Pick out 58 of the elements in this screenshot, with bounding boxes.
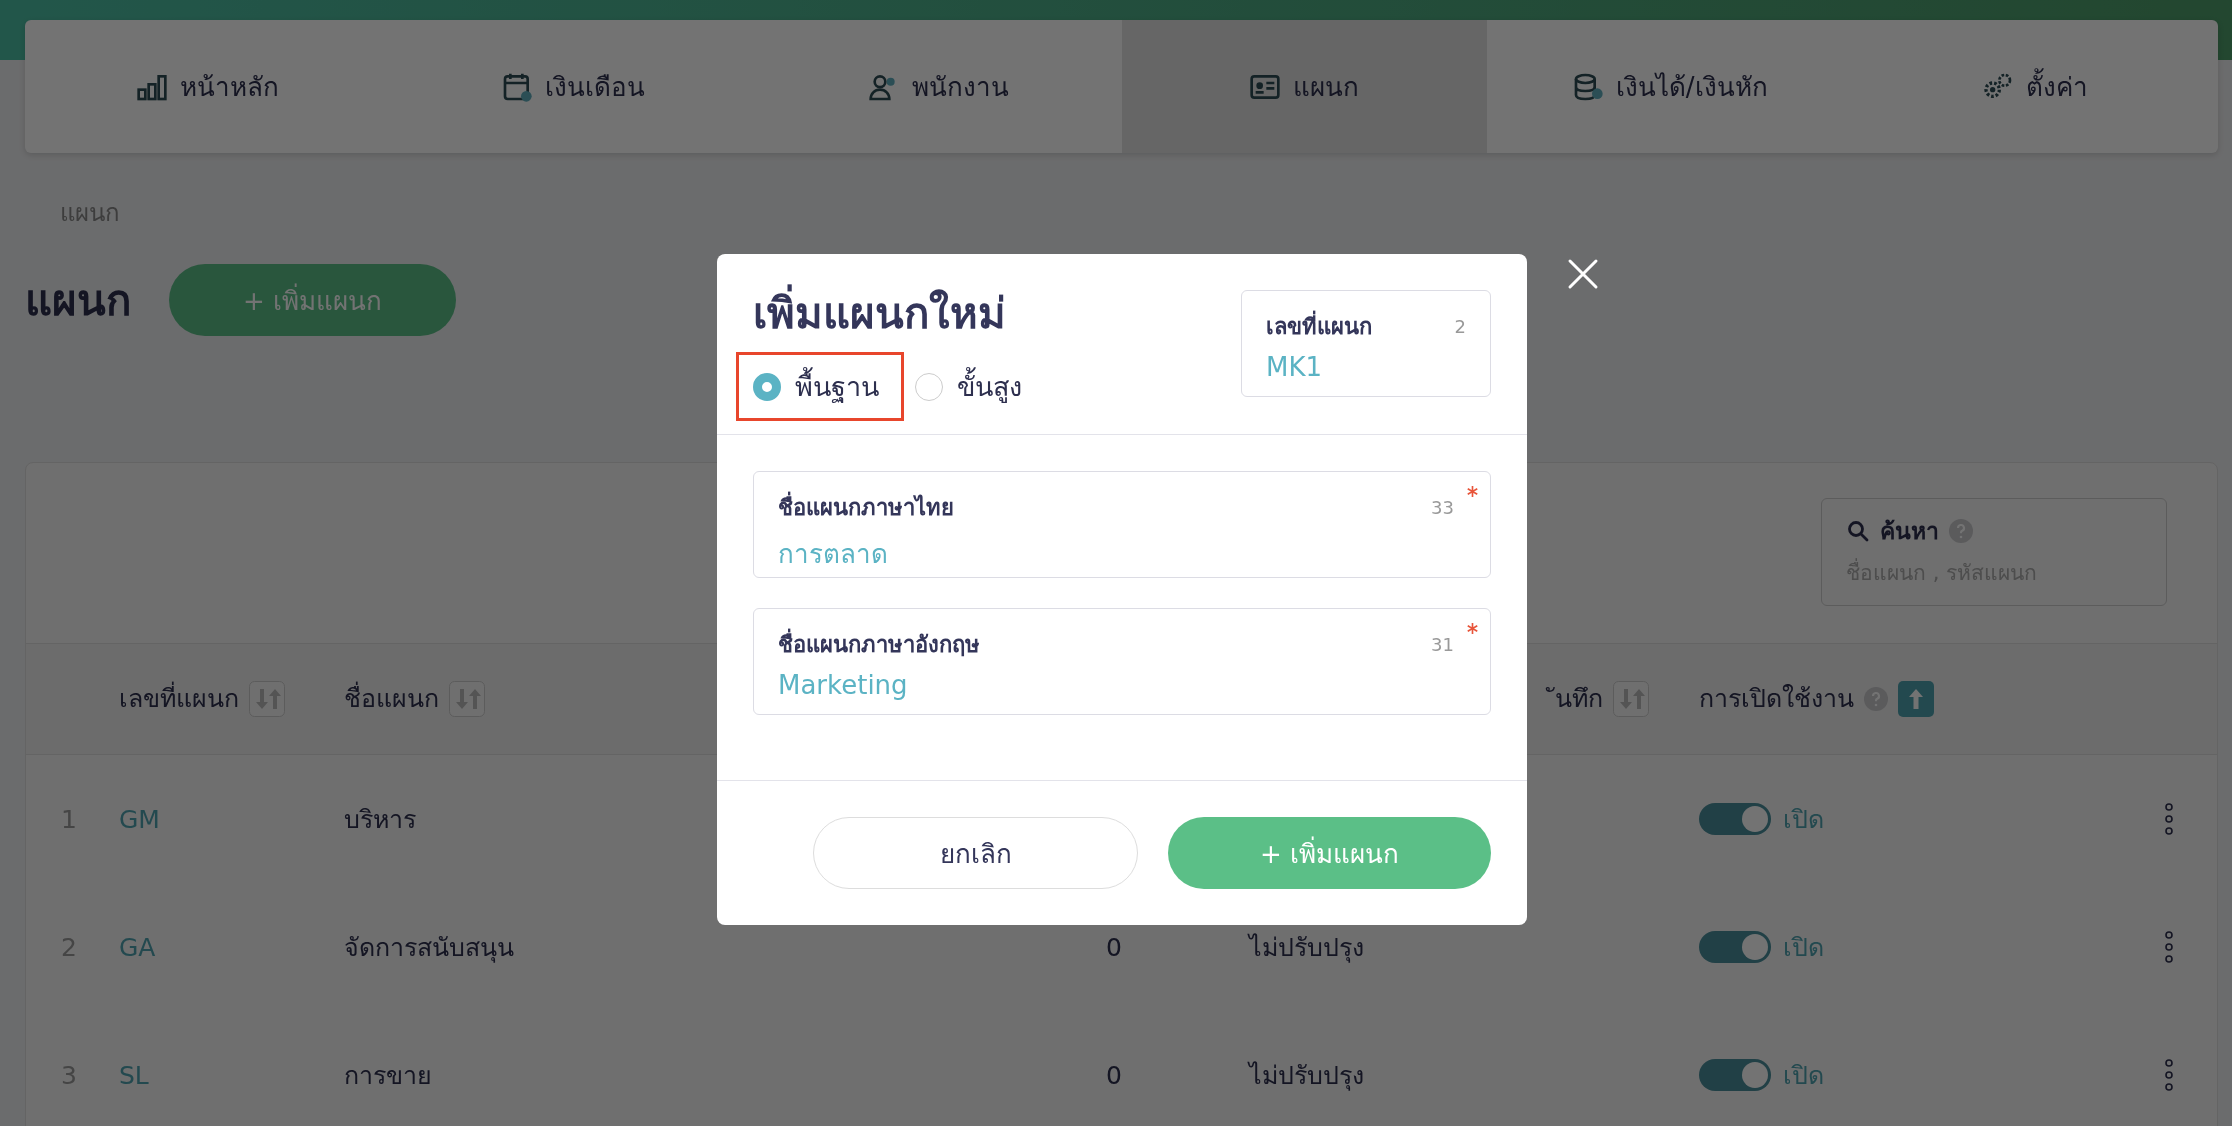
search-icon <box>1846 519 1870 543</box>
radio-label[interactable]: พื้นฐาน <box>795 365 879 408</box>
toggle-label: เปิด <box>1783 1060 1824 1092</box>
toggle-switch[interactable] <box>1699 1059 1771 1091</box>
column-header: การเปิดใช้งาน <box>1698 683 1854 716</box>
nav-tab[interactable]: ตั้งค่า <box>1852 20 2218 153</box>
toggle-switch[interactable] <box>1699 803 1771 835</box>
character-counter: 33 <box>1431 497 1454 518</box>
table-cell: ไม่ปรับปรุง <box>1249 933 1364 962</box>
department-name: บริหาร <box>344 804 417 836</box>
cancel-button[interactable]: ยกเลิก <box>813 817 1138 889</box>
department-code[interactable]: GM <box>119 804 344 834</box>
sort-button[interactable] <box>1613 681 1649 717</box>
table-cell: ไม่ปรับปรุง <box>1249 1061 1364 1090</box>
submit-button[interactable]: + เพิ่มแผนก <box>1168 817 1491 889</box>
column-header: เลขที่แผนก <box>111 680 239 718</box>
input-field[interactable]: ชื่อแผนกภาษาไทย 33 การตลาด <box>753 471 1491 578</box>
code-field[interactable]: เลขที่แผนก 2 MK1 <box>1241 290 1491 397</box>
nav-tab[interactable]: หน้าหลัก <box>25 20 391 153</box>
field-label: ชื่อแผนกภาษาไทย <box>778 490 954 525</box>
help-icon[interactable] <box>1949 519 1973 543</box>
column-header: ันทึก <box>1547 680 1603 718</box>
character-counter: 2 <box>1454 316 1466 337</box>
toggle-label: เปิด <box>1783 804 1824 836</box>
more-options-icon[interactable] <box>2164 1058 2174 1092</box>
input-field[interactable]: ชื่อแผนกภาษาอังกฤษ 31 Marketing <box>753 608 1491 715</box>
radio-button[interactable] <box>753 372 781 401</box>
toggle-switch[interactable] <box>1699 931 1771 963</box>
help-icon[interactable] <box>1864 687 1888 711</box>
department-code[interactable]: SL <box>119 1060 344 1090</box>
table-cell: 0 <box>1106 932 1122 962</box>
field-value: การตลาด <box>778 538 888 571</box>
field-value: Marketing <box>778 670 908 700</box>
table-cell: 0 <box>1106 1060 1122 1090</box>
nav-tab[interactable]: เงินเดือน <box>390 20 756 153</box>
department-name: จัดการสนับสนุน <box>344 932 515 965</box>
radio-label[interactable]: ขั้นสูง <box>957 365 1022 408</box>
modal-title: เพิ่มแผนกใหม่ <box>753 280 1047 346</box>
page-title: แผนก <box>25 275 131 327</box>
search-label: ค้นหา <box>1880 517 1939 546</box>
radio-button[interactable] <box>915 372 943 401</box>
sort-button[interactable] <box>249 681 285 717</box>
character-counter: 31 <box>1431 634 1454 655</box>
more-options-icon[interactable] <box>2164 802 2174 836</box>
close-icon[interactable] <box>1567 258 1599 290</box>
sort-ascending-button[interactable] <box>1898 681 1934 717</box>
field-value: MK1 <box>1266 352 1323 382</box>
department-name: การขาย <box>344 1060 433 1092</box>
nav-tab[interactable]: เงินได้/เงินหัก <box>1487 20 1853 153</box>
toggle-label: เปิด <box>1783 932 1824 964</box>
nav-tab[interactable]: แผนก <box>1121 20 1487 153</box>
more-options-icon[interactable] <box>2164 930 2174 964</box>
field-label: ชื่อแผนกภาษาอังกฤษ <box>778 627 980 662</box>
nav-tab[interactable]: พนักงาน <box>756 20 1122 153</box>
field-label: เลขที่แผนก <box>1266 309 1372 344</box>
sort-button[interactable] <box>449 681 485 717</box>
column-header: ชื่อแผนก <box>336 680 439 718</box>
department-code[interactable]: GA <box>119 932 344 962</box>
